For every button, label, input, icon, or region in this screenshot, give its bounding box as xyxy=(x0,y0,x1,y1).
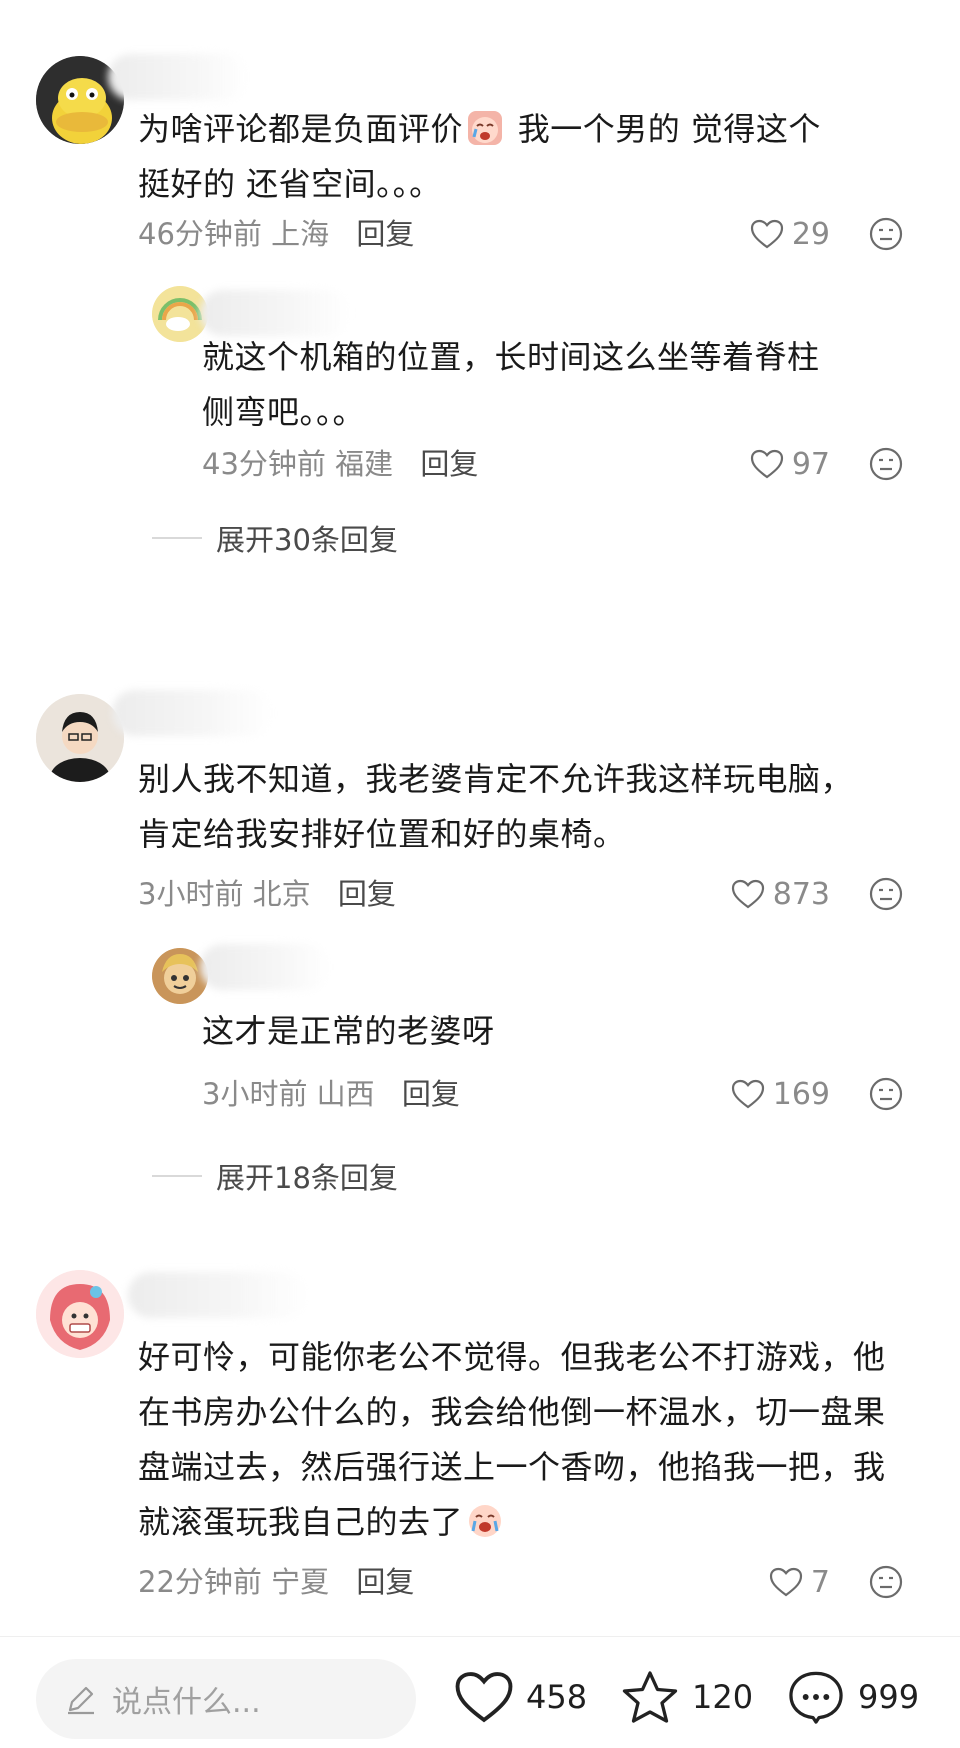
dislike-button[interactable] xyxy=(868,446,904,482)
like-button[interactable]: 7 xyxy=(740,1562,830,1602)
reply-text: 这才是正常的老婆呀 xyxy=(202,1012,495,1050)
post-favorite-button[interactable]: 120 xyxy=(620,1667,753,1727)
heart-icon xyxy=(769,1567,803,1597)
dislike-button[interactable] xyxy=(868,216,904,252)
reply-button[interactable]: 回复 xyxy=(356,1565,414,1599)
reply-meta: 43分钟前 福建 回复 xyxy=(202,444,478,484)
comment-input-placeholder: 说点什么... xyxy=(112,1685,261,1720)
dislike-face-icon xyxy=(869,1077,903,1111)
like-button[interactable]: 29 xyxy=(740,214,830,254)
dislike-face-icon xyxy=(869,447,903,481)
dislike-face-icon xyxy=(869,217,903,251)
like-count: 7 xyxy=(810,1564,830,1600)
star-icon xyxy=(622,1671,678,1723)
reply-location: 山西 xyxy=(316,1077,375,1111)
like-button[interactable]: 169 xyxy=(720,1074,830,1114)
crying-emoji-icon xyxy=(467,1501,503,1537)
comment-location: 上海 xyxy=(271,217,330,251)
expand-replies-label: 展开30条回复 xyxy=(216,523,398,557)
dislike-face-icon xyxy=(869,877,903,911)
comment-time: 22分钟前 xyxy=(138,1565,262,1599)
heart-icon xyxy=(731,1079,764,1109)
comment-meta: 46分钟前 上海 回复 xyxy=(138,214,414,254)
reply-text: 就这个机箱的位置，长时间这么坐等着脊柱侧弯吧。。。 xyxy=(202,338,820,431)
reply-button[interactable]: 回复 xyxy=(338,877,396,911)
comment-location: 宁夏 xyxy=(271,1565,330,1599)
reply-time: 3小时前 xyxy=(202,1077,308,1111)
dislike-button[interactable] xyxy=(868,876,904,912)
post-like-button[interactable]: 458 xyxy=(454,1667,587,1727)
like-count: 873 xyxy=(772,876,830,912)
heart-icon xyxy=(750,449,783,479)
comment-time: 46分钟前 xyxy=(138,217,262,251)
comment-location: 北京 xyxy=(252,877,311,911)
user-avatar[interactable] xyxy=(36,694,124,782)
heart-icon xyxy=(731,879,764,909)
heart-icon xyxy=(455,1672,513,1723)
reply-username-blurred xyxy=(200,944,330,990)
like-count: 97 xyxy=(791,446,830,482)
expand-replies-label: 展开18条回复 xyxy=(216,1161,398,1195)
comment-text: 好可怜，可能你老公不觉得。但我老公不打游戏，他在书房办公什么的，我会给他倒一杯温… xyxy=(138,1338,886,1541)
reply-user-avatar[interactable] xyxy=(152,948,208,1004)
username-blurred xyxy=(108,54,248,100)
dislike-button[interactable] xyxy=(868,1564,904,1600)
expand-replies-button[interactable]: 展开18条回复 xyxy=(152,1156,398,1196)
reply-button[interactable]: 回复 xyxy=(402,1077,460,1111)
comment-section: 为啥评论都是负面评价 我一个男的 觉得这个挺好的 还省空间。。。 46分钟前 上… xyxy=(0,0,960,1748)
expand-replies-button[interactable]: 展开30条回复 xyxy=(152,518,398,558)
reply-button[interactable]: 回复 xyxy=(420,447,478,481)
like-count: 169 xyxy=(772,1076,830,1112)
reply-button[interactable]: 回复 xyxy=(356,217,414,251)
reply-meta: 3小时前 山西 回复 xyxy=(202,1074,460,1114)
comment-text: 为啥评论都是负面评价 我一个男的 觉得这个挺好的 还省空间。。。 xyxy=(138,108,821,203)
like-button[interactable]: 873 xyxy=(720,874,830,914)
comment-meta: 3小时前 北京 回复 xyxy=(138,874,396,914)
post-comment-button[interactable]: 999 xyxy=(786,1667,919,1727)
like-button[interactable]: 97 xyxy=(740,444,830,484)
user-avatar[interactable] xyxy=(36,1270,124,1358)
expand-divider xyxy=(152,537,202,539)
username-blurred xyxy=(112,690,272,736)
post-comment-count: 999 xyxy=(858,1678,920,1716)
like-count: 29 xyxy=(791,216,830,252)
reply-time: 43分钟前 xyxy=(202,447,326,481)
comment-text: 别人我不知道，我老婆肯定不允许我这样玩电脑，肯定给我安排好位置和好的桌椅。 xyxy=(138,760,854,853)
heart-icon xyxy=(750,219,783,249)
post-like-count: 458 xyxy=(526,1678,588,1716)
expand-divider xyxy=(152,1175,202,1177)
dislike-face-icon xyxy=(869,1565,903,1599)
comment-bubble-icon xyxy=(789,1671,843,1724)
crying-emoji-icon xyxy=(467,108,503,145)
username-blurred xyxy=(128,1272,308,1318)
comment-time: 3小时前 xyxy=(138,877,244,911)
comment-meta: 22分钟前 宁夏 回复 xyxy=(138,1562,414,1602)
post-favorite-count: 120 xyxy=(692,1678,754,1716)
dislike-button[interactable] xyxy=(868,1076,904,1112)
reply-location: 福建 xyxy=(335,447,394,481)
bottom-action-bar: 说点什么... 458 120 999 xyxy=(0,1636,960,1748)
pencil-icon xyxy=(68,1686,94,1715)
comment-input[interactable]: 说点什么... xyxy=(36,1659,416,1739)
